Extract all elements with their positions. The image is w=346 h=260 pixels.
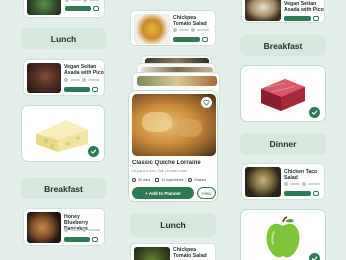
add-to-planner-button[interactable] (64, 87, 90, 92)
ingredients-icon (83, 0, 87, 2)
meal-label-lunch-center: Lunch (130, 213, 216, 237)
food-card-tuna-steak[interactable] (240, 65, 326, 122)
recipe-card-top-left[interactable] (23, 0, 105, 18)
recipe-thumbnail (245, 167, 281, 197)
recipe-card-seitan-asada[interactable]: Vegan Seitan Asada with Pico (23, 59, 105, 96)
recipe-card-blueberry-pancakes[interactable]: Honey Blueberry Pancakes (23, 208, 105, 246)
time-icon (284, 182, 288, 186)
recipe-card-chicken-taco-salad[interactable]: Chicken Taco Salad (241, 163, 325, 200)
recipe-thumbnail (27, 0, 61, 15)
view-button[interactable] (313, 191, 319, 196)
recipe-thumbnail (245, 0, 281, 21)
recipe-ingredients: 13 Ingredients (161, 178, 184, 182)
checkmark-icon (309, 107, 320, 118)
meal-label-breakfast: Breakfast (21, 178, 106, 199)
recipe-thumbnail (134, 247, 170, 260)
meal-label-breakfast-right: Breakfast (240, 35, 326, 56)
time-icon (65, 0, 69, 2)
recipe-title: Chickpea Tomato Salad (173, 247, 207, 259)
add-to-planner-button[interactable] (284, 16, 311, 21)
time-icon (173, 28, 177, 32)
food-card-cheese[interactable] (21, 105, 105, 162)
add-to-planner-button[interactable] (65, 6, 91, 11)
recipe-card-seitan-asada-right[interactable]: Vegan Seitan Asada with Pico (241, 0, 325, 23)
view-button[interactable] (93, 6, 99, 11)
share-icon (188, 178, 193, 182)
ingredients-icon (82, 78, 86, 82)
time-icon (64, 78, 68, 82)
recipe-thumbnail (27, 212, 61, 243)
ingredients-icon (155, 178, 160, 182)
view-button[interactable] (313, 16, 319, 21)
recipe-title: Classic Quiche Lorraine (132, 160, 201, 166)
add-to-planner-button[interactable] (173, 37, 200, 42)
meal-label-lunch: Lunch (21, 28, 106, 49)
recipe-subtitle: All-purpose flour, Salt, Unsalted butter (132, 169, 188, 173)
recipe-card-chickpea-salad-bottom[interactable]: Chickpea Tomato Salad (130, 243, 216, 260)
view-button[interactable] (202, 37, 208, 42)
recipe-card-chickpea-salad-top[interactable]: Chickpea Tomato Salad (130, 10, 216, 46)
green-apple-icon (266, 216, 300, 258)
ingredients-icon (302, 182, 306, 186)
recipe-title: Chicken Taco Salad (284, 169, 318, 181)
clock-icon (132, 178, 136, 182)
recipe-thumbnail (134, 14, 170, 44)
cheese-icon (36, 120, 88, 152)
ingredients-icon (191, 28, 195, 32)
recipe-time: 30 mins (138, 178, 151, 182)
ingredients-icon (82, 228, 86, 232)
recipe-meta: 30 mins | 13 Ingredients | Shared (132, 177, 217, 183)
add-to-planner-button[interactable] (64, 237, 90, 242)
time-icon (64, 228, 68, 232)
featured-recipe-card[interactable]: Classic Quiche Lorraine All-purpose flou… (128, 90, 218, 202)
recipe-title: Chickpea Tomato Salad (173, 15, 207, 27)
recipe-thumbnail (27, 63, 61, 93)
recipe-title: Vegan Seitan Asada with Pico (284, 1, 324, 13)
add-to-planner-button[interactable]: + Add to Planner (132, 187, 194, 199)
tuna-steak-icon (261, 79, 305, 111)
view-button[interactable] (92, 237, 98, 242)
recipe-title: Vegan Seitan Asada with Pico (64, 64, 104, 76)
meal-label-dinner: Dinner (240, 133, 326, 155)
heart-icon (203, 99, 210, 106)
food-card-green-apple[interactable] (240, 209, 326, 260)
add-to-planner-button[interactable] (284, 191, 311, 196)
recipe-difficulty: Shared (194, 178, 206, 182)
view-button[interactable]: View (197, 187, 216, 199)
checkmark-icon (309, 253, 320, 260)
favorite-heart-button[interactable] (201, 97, 212, 108)
checkmark-icon (88, 146, 99, 157)
view-button[interactable] (92, 87, 98, 92)
